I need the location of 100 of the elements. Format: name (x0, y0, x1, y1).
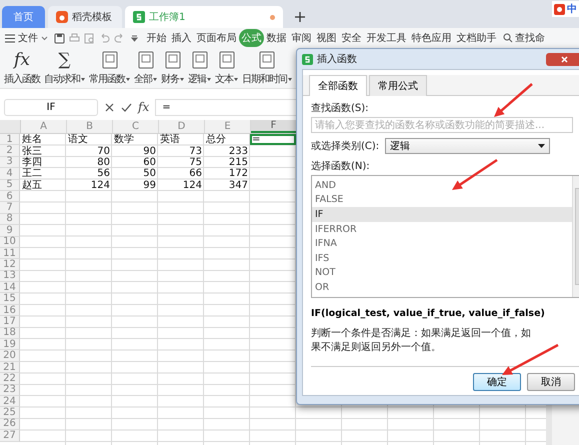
row-header[interactable]: 17 (0, 316, 20, 328)
insert-function-button[interactable]: fx (138, 100, 150, 114)
row-header[interactable]: 20 (0, 350, 20, 362)
row-header[interactable]: 26 (0, 418, 20, 430)
row-header[interactable]: 9 (0, 225, 20, 237)
ribbon-button[interactable]: 日期和时间 (241, 50, 293, 86)
row-header[interactable]: 11 (0, 248, 20, 260)
dialog-title: 插入函数 (317, 52, 357, 66)
document-tab[interactable]: 稻壳模板 (48, 6, 122, 28)
function-item[interactable]: IFERROR (312, 222, 572, 236)
function-item[interactable]: IF (312, 207, 572, 222)
table-cell-text: 124 (90, 180, 111, 191)
row-header[interactable]: 27 (0, 430, 20, 442)
row-header[interactable]: 6 (0, 190, 20, 202)
row-header[interactable]: 21 (0, 362, 20, 374)
ribbon-button[interactable]: 财务 (160, 50, 185, 86)
dialog-tab[interactable]: 常用公式 (369, 75, 427, 96)
function-item[interactable]: FALSE (312, 192, 572, 208)
column-header[interactable]: D (159, 120, 205, 133)
row-header[interactable]: 12 (0, 259, 20, 271)
row-header[interactable]: 8 (0, 214, 20, 226)
ribbon-tab[interactable]: 视图 (314, 29, 339, 47)
row-header[interactable]: 13 (0, 270, 20, 282)
search-label: 查找函数(S): (311, 102, 369, 115)
column-header[interactable]: B (67, 120, 113, 133)
category-dropdown[interactable]: 逻辑 (385, 138, 550, 154)
ribbon-button[interactable]: 常用函数 (88, 50, 131, 86)
ribbon-tab[interactable]: 审阅 (289, 29, 314, 47)
column-header[interactable]: C (113, 120, 159, 133)
ok-button[interactable]: 确定 (473, 373, 521, 391)
ribbon-tab[interactable]: 数据 (264, 29, 289, 47)
function-item[interactable]: OR (312, 280, 572, 295)
column-header[interactable]: A (21, 120, 67, 133)
save-icon[interactable] (54, 32, 65, 44)
ribbon-button[interactable]: 全部 (133, 50, 158, 86)
cancel-button[interactable]: 取消 (527, 373, 575, 391)
new-tab-icon[interactable] (294, 11, 306, 23)
row-header[interactable]: 15 (0, 293, 20, 305)
row-header[interactable]: 14 (0, 282, 20, 294)
ribbon-tab[interactable]: 页面布局 (194, 29, 239, 47)
row-header[interactable]: 23 (0, 384, 20, 396)
row-header[interactable]: 19 (0, 339, 20, 350)
document-tab[interactable]: 首页 (2, 6, 45, 28)
file-menu[interactable]: 文件 (5, 31, 48, 45)
close-icon (560, 56, 568, 62)
command-search[interactable]: 查找命 (503, 31, 545, 45)
docer-logo-icon (56, 11, 68, 23)
annotation-arrow (452, 158, 498, 190)
function-item[interactable]: NOT (312, 266, 572, 280)
ribbon-button[interactable]: fx 插入函数 (3, 50, 41, 86)
ribbon-button[interactable]: ∑ 自动求和 (43, 50, 86, 86)
row-header[interactable]: 22 (0, 373, 20, 385)
function-item[interactable]: AND (312, 178, 572, 193)
close-button[interactable] (546, 52, 579, 66)
row-header[interactable]: 24 (0, 396, 20, 408)
table-cell-text: 60 (142, 156, 157, 168)
table-cell-text: 215 (228, 156, 249, 168)
ribbon-tab[interactable]: 安全 (339, 29, 364, 47)
table-cell-text: 172 (228, 168, 249, 180)
row-header[interactable]: 4 (0, 168, 20, 180)
search-field[interactable]: 请输入您要查找的函数名称或函数功能的简要描述... (311, 117, 573, 133)
row-header[interactable]: 5 (0, 180, 20, 191)
cancel-icon[interactable] (104, 102, 115, 112)
table-cell-text: 56 (96, 168, 111, 180)
ribbon-tab[interactable]: 插入 (169, 29, 194, 47)
ribbon-tab[interactable]: 公式 (239, 29, 264, 47)
row-header[interactable]: 2 (0, 145, 20, 157)
dialog-tab[interactable]: 全部函数 (309, 75, 367, 96)
document-tab[interactable]: 工作簿1 (125, 6, 283, 28)
table-cell-text: 张三 (21, 145, 43, 157)
function-item[interactable]: IFS (312, 250, 572, 266)
row-header[interactable]: 10 (0, 236, 20, 248)
spreadsheet-icon (133, 11, 145, 23)
ribbon-tab[interactable]: 特色应用 (409, 29, 454, 47)
row-header[interactable]: 25 (0, 407, 20, 419)
confirm-icon[interactable] (121, 102, 132, 112)
ribbon-button[interactable]: 逻辑 (187, 50, 212, 86)
input-method-indicator[interactable]: 中 (552, 1, 579, 17)
name-box[interactable]: IF (4, 98, 98, 116)
ribbon-tab[interactable]: 开发工具 (364, 29, 409, 47)
customize-icon[interactable] (129, 32, 140, 44)
dropdown-arrow-icon (538, 144, 546, 148)
row-header[interactable]: 16 (0, 304, 20, 316)
table-cell-text: 233 (228, 145, 249, 157)
row-header[interactable]: 18 (0, 328, 20, 340)
column-header[interactable]: F (251, 120, 297, 133)
function-category-icon (164, 51, 180, 69)
table-cell-text: 66 (188, 168, 203, 180)
ribbon-button[interactable]: 文本 (214, 50, 239, 86)
table-cell-text: 语文 (67, 134, 89, 146)
function-category-icon (218, 51, 234, 69)
ribbon-tab[interactable]: 开始 (144, 29, 169, 47)
row-header[interactable]: 7 (0, 202, 20, 214)
function-category-icon (192, 51, 208, 69)
function-list-label: 选择函数(N): (311, 160, 370, 173)
function-item[interactable]: IFNA (312, 236, 572, 251)
ribbon-tab[interactable]: 文档助手 (454, 29, 499, 47)
table-cell-text: 赵五 (21, 180, 43, 191)
row-header[interactable]: 1 (0, 134, 20, 146)
row-header[interactable]: 3 (0, 156, 20, 168)
